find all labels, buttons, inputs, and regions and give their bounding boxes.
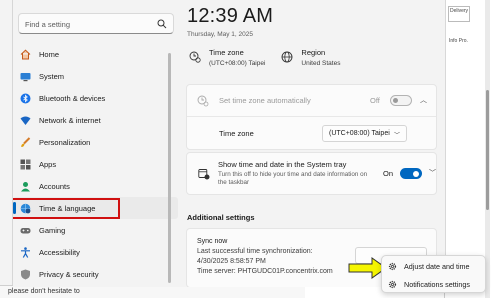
sidebar-item-personalization[interactable]: Personalization: [13, 131, 178, 153]
home-icon: [20, 49, 31, 60]
timezone-icon: [189, 51, 201, 63]
auto-timezone-row: Set time zone automatically Off ︿: [187, 85, 436, 117]
current-time: 12:39 AM: [187, 5, 274, 27]
sidebar-scrollbar[interactable]: [168, 53, 171, 283]
sidebar-item-gaming[interactable]: Gaming: [13, 219, 178, 241]
globe-icon: [281, 51, 293, 63]
sidebar-item-label: Privacy & security: [39, 269, 99, 279]
sync-last-time: 4/30/2025 8:58:57 PM: [197, 258, 266, 265]
timezone-select-label: Time zone: [219, 129, 254, 138]
gear-icon: [388, 262, 397, 271]
sync-title: Sync now: [197, 238, 228, 245]
additional-settings-heading: Additional settings: [187, 213, 255, 222]
brush-icon: [20, 136, 31, 148]
bluetooth-icon: [20, 93, 31, 104]
apps-icon: [20, 159, 31, 170]
annotation-highlight-box: [13, 198, 120, 219]
search-icon: [157, 19, 167, 29]
sidebar-item-label: Network & internet: [39, 115, 101, 125]
shield-icon: [20, 269, 31, 280]
sidebar-item-label: System: [39, 71, 65, 81]
timezone-select-row: Time zone (UTC+08:00) Taipei ﹀: [187, 117, 436, 150]
network-icon: [20, 115, 31, 126]
auto-timezone-label: Set time zone automatically: [219, 96, 311, 105]
timezone-settings-card: Set time zone automatically Off ︿ Time z…: [186, 84, 437, 150]
sidebar-item-home[interactable]: Home: [13, 43, 178, 65]
context-menu: Adjust date and time Notifications setti…: [381, 255, 486, 293]
chevron-down-icon[interactable]: ﹀: [429, 168, 436, 178]
sidebar-item-bluetooth[interactable]: Bluetooth & devices: [13, 87, 178, 109]
sidebar-item-network[interactable]: Network & internet: [13, 109, 178, 131]
sync-server: Time server: PHTGUDC01P.concentrix.com: [197, 268, 333, 275]
search-placeholder: Find a setting: [25, 20, 71, 29]
region-label: Region: [301, 48, 326, 57]
sidebar-item-label: Bluetooth & devices: [39, 93, 106, 103]
timezone-region-summary: Time zone (UTC+08:00) Taipei Region Unit…: [189, 48, 356, 67]
sidebar-item-label: Home: [39, 49, 60, 59]
auto-timezone-toggle[interactable]: [390, 95, 412, 106]
timezone-label: Time zone: [209, 48, 244, 57]
sidebar-nav: Home System Bluetooth & devices Network …: [13, 43, 178, 285]
background-right-panel: Delivery Info Pro.: [444, 0, 491, 298]
background-left-strip: [0, 0, 13, 298]
system-icon: [20, 71, 31, 82]
timezone-summary: Time zone (UTC+08:00) Taipei: [189, 48, 265, 67]
search-input[interactable]: Find a setting: [18, 13, 174, 34]
sidebar-item-privacy[interactable]: Privacy & security: [13, 263, 178, 285]
auto-timezone-icon: [197, 95, 209, 106]
tray-description: Turn this off to hide your time and date…: [218, 171, 368, 186]
settings-window: Find a setting Home System Bluetooth & d…: [13, 0, 446, 287]
region-summary: Region United States: [281, 48, 340, 67]
menu-item-notification-settings[interactable]: Notifications settings: [388, 280, 470, 289]
sidebar-item-label: Gaming: [39, 225, 66, 235]
accessibility-icon: [20, 246, 31, 258]
background-cell: Delivery: [448, 6, 470, 22]
chevron-down-icon: ﹀: [393, 133, 400, 139]
sidebar-item-accessibility[interactable]: Accessibility: [13, 241, 178, 263]
sidebar-item-label: Accessibility: [39, 247, 80, 257]
tray-state: On: [383, 169, 394, 178]
timezone-dropdown-value: (UTC+08:00) Taipei: [329, 130, 390, 137]
menu-item-label: Notifications settings: [404, 280, 470, 289]
tray-toggle[interactable]: [400, 168, 422, 179]
account-icon: [20, 181, 31, 192]
tray-settings-card: Show time and date in the System tray Tu…: [186, 152, 437, 195]
gamepad-icon: [20, 225, 31, 236]
background-cell: Info Pro.: [449, 38, 468, 44]
chevron-up-icon[interactable]: ︿: [420, 95, 427, 105]
menu-item-adjust-date-time[interactable]: Adjust date and time: [388, 262, 470, 271]
timezone-dropdown[interactable]: (UTC+08:00) Taipei ﹀: [322, 125, 407, 142]
sidebar-item-label: Apps: [39, 159, 57, 169]
auto-timezone-state: Off: [370, 96, 380, 105]
tray-title: Show time and date in the System tray: [218, 160, 347, 169]
current-date: Thursday, May 1, 2025: [187, 31, 253, 38]
sidebar-item-label: Accounts: [39, 181, 70, 191]
sidebar-item-accounts[interactable]: Accounts: [13, 175, 178, 197]
menu-item-label: Adjust date and time: [404, 262, 470, 271]
calendar-clock-icon: [198, 169, 210, 180]
sidebar-item-apps[interactable]: Apps: [13, 153, 178, 175]
background-scrollbar[interactable]: [485, 0, 490, 298]
sidebar-item-label: Personalization: [39, 137, 91, 147]
region-value: United States: [301, 60, 341, 67]
sidebar-item-system[interactable]: System: [13, 65, 178, 87]
sync-last-label: Last successful time synchronization:: [197, 248, 313, 255]
timezone-value: (UTC+08:00) Taipei: [209, 60, 266, 67]
gear-icon: [388, 280, 397, 289]
